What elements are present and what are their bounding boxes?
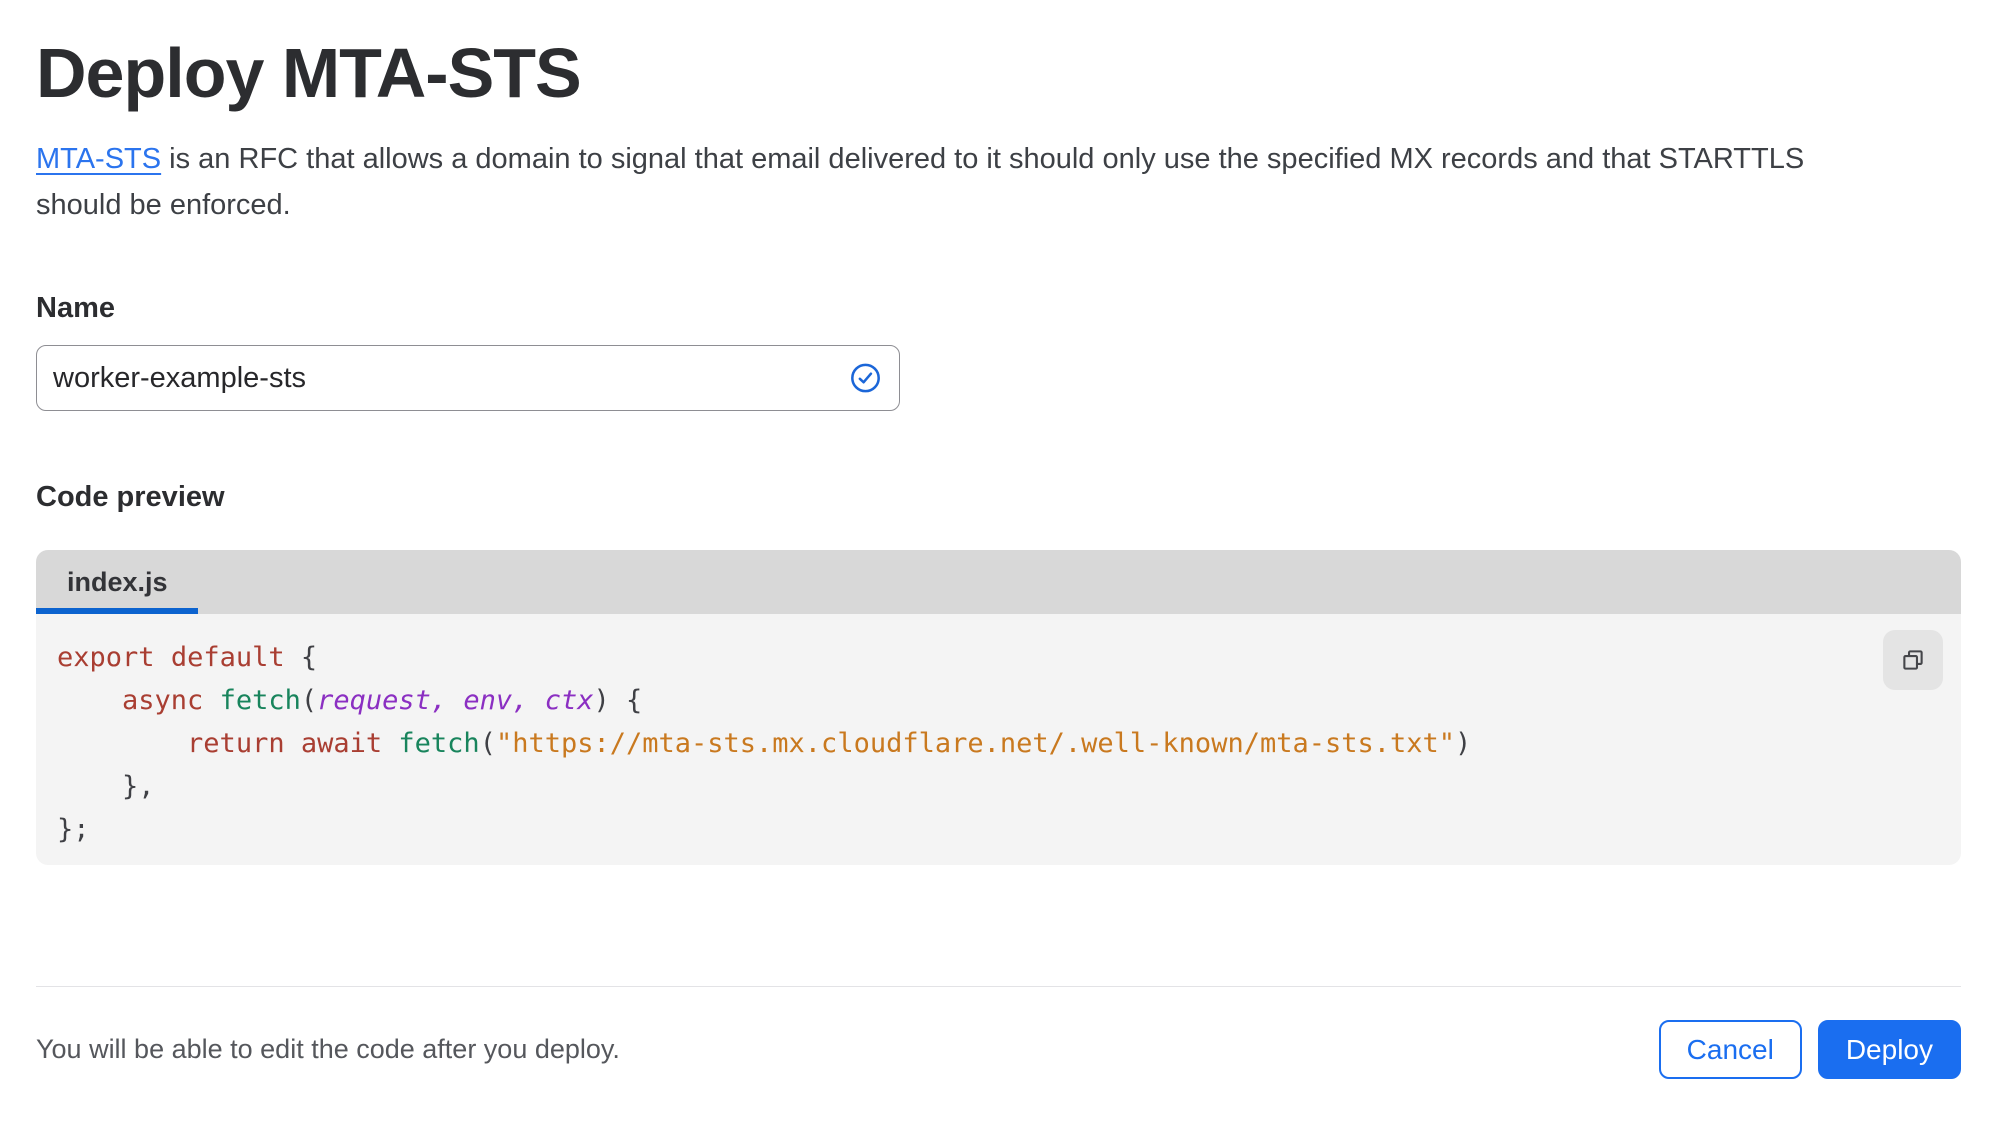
intro-text-line2: should be enforced. bbox=[36, 189, 291, 221]
copy-button[interactable] bbox=[1883, 630, 1943, 690]
code-tab-bar: index.js bbox=[36, 550, 1961, 614]
code-preview-label: Code preview bbox=[36, 481, 225, 513]
footer: You will be able to edit the code after … bbox=[36, 1020, 1961, 1079]
code-line: }, bbox=[57, 771, 155, 802]
deploy-mta-sts-page: Deploy MTA-STS MTA-STS is an RFC that al… bbox=[0, 0, 1999, 1138]
name-input[interactable] bbox=[36, 345, 900, 411]
cancel-button[interactable]: Cancel bbox=[1658, 1020, 1802, 1079]
code-line: }; bbox=[57, 814, 90, 845]
intro-text: is an RFC that allows a domain to signal… bbox=[161, 143, 1805, 175]
code-line: return await fetch("https://mta-sts.mx.c… bbox=[187, 728, 1472, 759]
code-line: async fetch(request, env, ctx) { bbox=[122, 685, 643, 716]
tab-index-js[interactable]: index.js bbox=[36, 550, 198, 614]
tab-label: index.js bbox=[67, 566, 168, 597]
name-label: Name bbox=[36, 292, 115, 324]
footer-actions: Cancel Deploy bbox=[1658, 1020, 1961, 1079]
code-content: export default { async fetch(request, en… bbox=[36, 614, 1961, 865]
deploy-button[interactable]: Deploy bbox=[1817, 1020, 1961, 1079]
footer-note: You will be able to edit the code after … bbox=[36, 1034, 620, 1064]
code-area: export default { async fetch(request, en… bbox=[36, 614, 1961, 865]
mta-sts-link[interactable]: MTA-STS bbox=[36, 143, 161, 175]
intro-paragraph: MTA-STS is an RFC that allows a domain t… bbox=[36, 136, 1931, 228]
check-circle-icon bbox=[851, 363, 880, 393]
copy-icon bbox=[1903, 650, 1923, 670]
code-line: export default { bbox=[57, 642, 318, 673]
name-input-wrapper bbox=[36, 345, 900, 411]
page-title: Deploy MTA-STS bbox=[36, 34, 582, 112]
code-editor: index.js export default { async fetch(re… bbox=[36, 550, 1961, 865]
footer-divider bbox=[36, 986, 1961, 987]
